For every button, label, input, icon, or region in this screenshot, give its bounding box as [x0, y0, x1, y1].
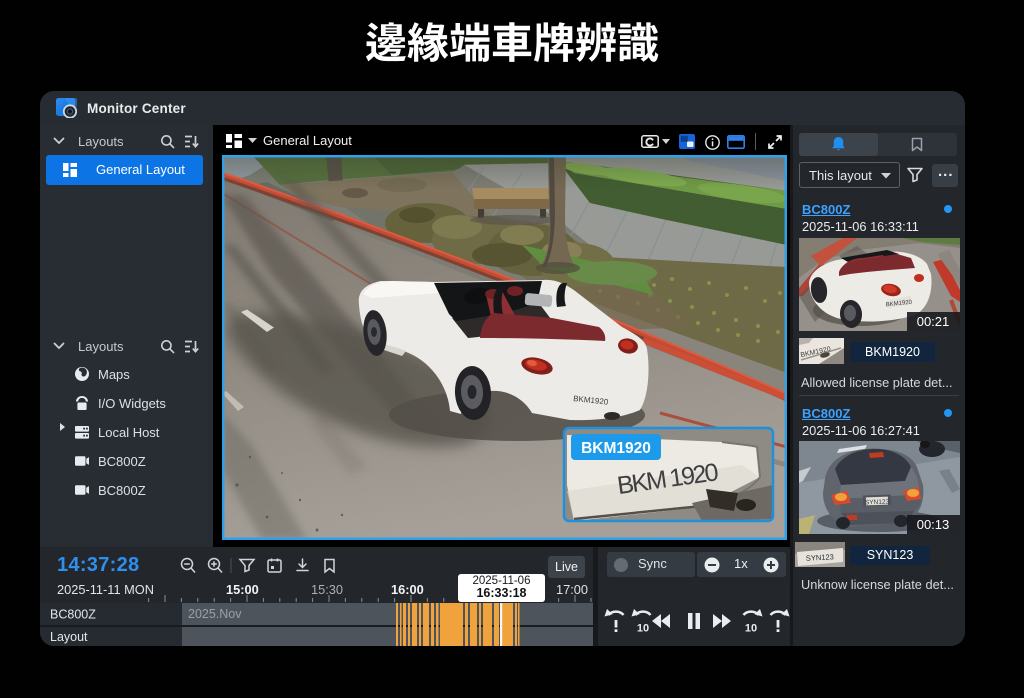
svg-text:10: 10: [637, 623, 649, 634]
svg-text:BKM1920: BKM1920: [581, 440, 651, 457]
svg-text:00:21: 00:21: [917, 314, 950, 329]
svg-text:Layout: Layout: [50, 630, 88, 644]
svg-text:SYN123: SYN123: [865, 499, 890, 507]
svg-text:10: 10: [745, 623, 757, 634]
svg-text:SYN123: SYN123: [806, 552, 834, 562]
svg-text:00:13: 00:13: [917, 517, 950, 532]
svg-text:2025.Nov: 2025.Nov: [188, 607, 242, 621]
svg-text:BC800Z: BC800Z: [50, 608, 96, 622]
